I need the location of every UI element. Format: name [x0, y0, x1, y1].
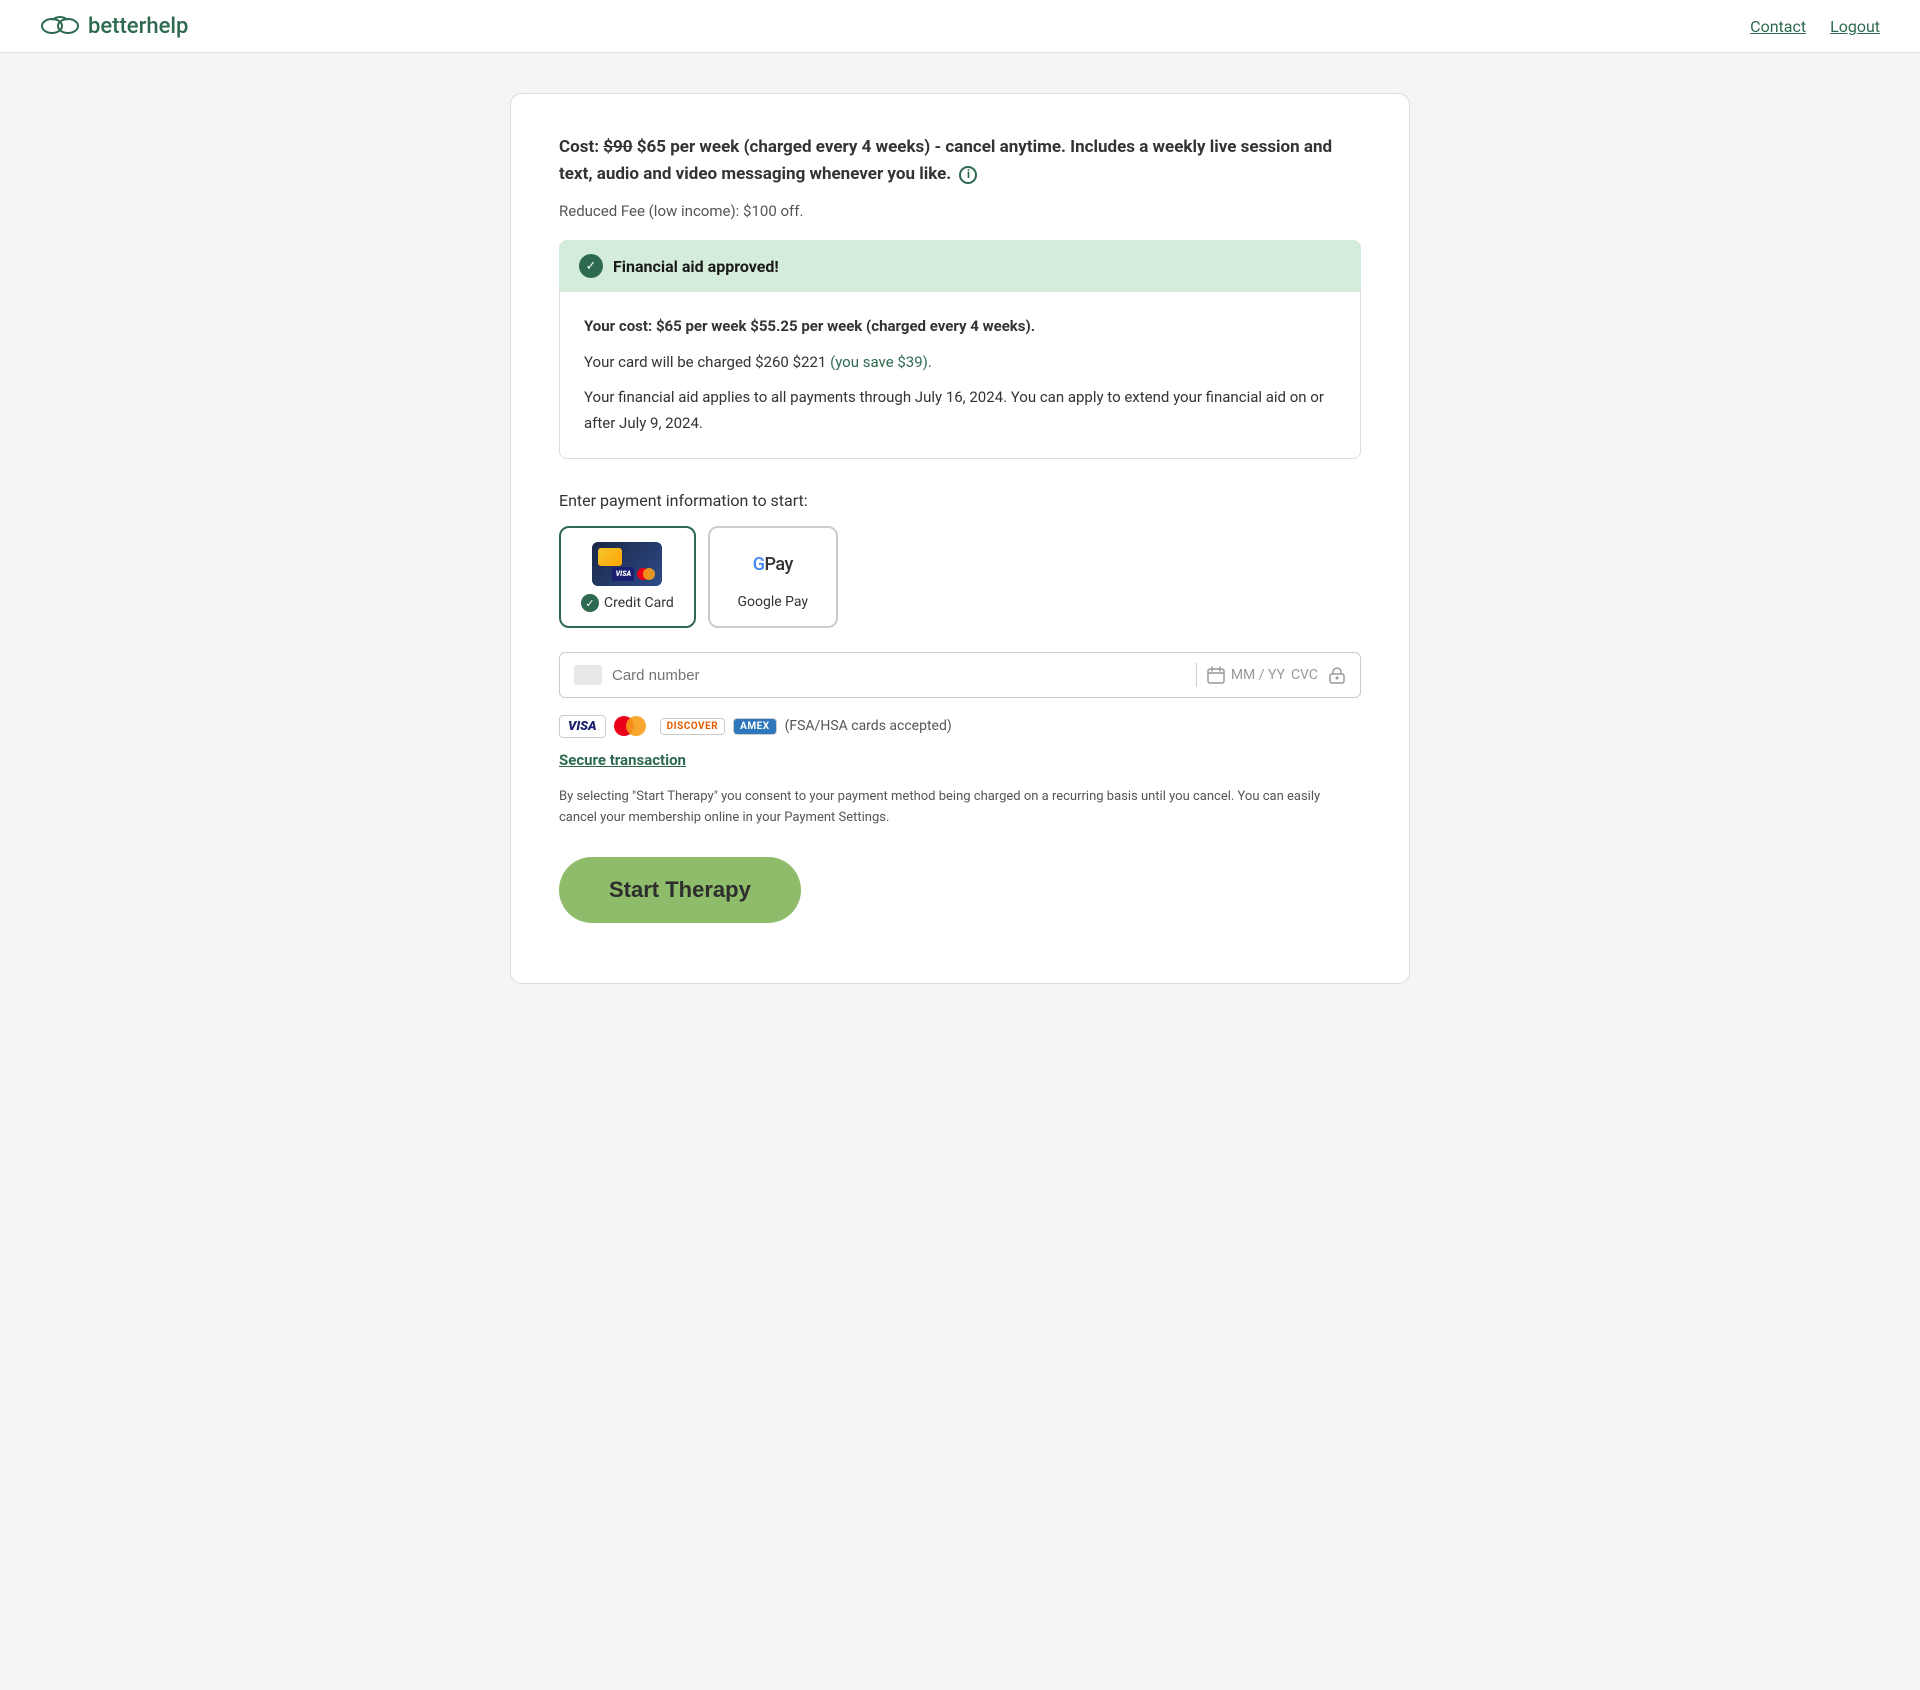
credit-card-image: VISA: [592, 542, 662, 586]
start-therapy-button[interactable]: Start Therapy: [559, 857, 801, 923]
expiry-cvc-area: MM / YY CVC: [1207, 666, 1318, 684]
mastercard-mini-logo: [637, 567, 657, 581]
mastercard-badge: [614, 714, 652, 738]
financial-aid-note: Your financial aid applies to all paymen…: [584, 385, 1336, 436]
charge-prefix: Your card will be charged: [584, 353, 751, 371]
calendar-icon: [1207, 666, 1225, 684]
discover-badge: DISCOVER: [660, 718, 725, 735]
google-pay-logo: GPay: [738, 542, 808, 586]
charge-original: $260: [755, 353, 789, 371]
payment-label: Enter payment information to start:: [559, 491, 1361, 510]
your-cost-label: Your cost:: [584, 317, 652, 335]
g-letter: G: [753, 554, 765, 575]
contact-link[interactable]: Contact: [1750, 17, 1806, 36]
info-icon[interactable]: i: [959, 166, 977, 184]
original-price: $90: [603, 137, 632, 157]
logo-text: betterhelp: [88, 14, 188, 39]
card-brands-row: VISA DISCOVER AMEX (FSA/HSA cards accept…: [559, 714, 1361, 738]
charge-line: Your card will be charged $260 $221 (you…: [584, 350, 1336, 376]
card-number-input[interactable]: [612, 667, 1186, 684]
consent-text: By selecting "Start Therapy" you consent…: [559, 787, 1361, 829]
google-pay-label: Google Pay: [737, 594, 808, 610]
input-divider: [1196, 663, 1197, 687]
cost-details-box: Your cost: $65 per week $55.25 per week …: [559, 292, 1361, 459]
cost-prefix: Cost:: [559, 137, 599, 157]
cost-text: Cost: $90 $65 per week (charged every 4 …: [559, 134, 1361, 188]
credit-card-option[interactable]: VISA ✓ Credit Card: [559, 526, 696, 628]
selected-checkmark-icon: ✓: [581, 594, 599, 612]
cost-current-week: $55.25 per week (charged every 4 weeks).: [750, 317, 1035, 335]
reduced-fee: Reduced Fee (low income): $100 off.: [559, 202, 1361, 220]
logout-link[interactable]: Logout: [1830, 17, 1880, 36]
charge-current: $221: [793, 353, 827, 371]
fsa-hsa-text: (FSA/HSA cards accepted): [785, 718, 952, 734]
lock-icon: [1328, 666, 1346, 684]
main-card: Cost: $90 $65 per week (charged every 4 …: [510, 93, 1410, 984]
payment-options: VISA ✓ Credit Card GPay Google Pa: [559, 526, 1361, 628]
cost-original-week: $65 per week: [656, 317, 747, 335]
shield-checkmark-icon: ✓: [579, 254, 603, 278]
visa-badge: VISA: [559, 715, 606, 738]
pay-text: Pay: [764, 554, 792, 575]
card-input-row: MM / YY CVC: [559, 652, 1361, 698]
expiry-placeholder: MM / YY: [1231, 667, 1285, 683]
header: betterhelp Contact Logout: [0, 0, 1920, 53]
financial-aid-banner: ✓ Financial aid approved!: [559, 240, 1361, 292]
savings-text: (you save $39).: [830, 353, 932, 371]
betterhelp-logo-icon: [40, 12, 80, 40]
cvc-placeholder: CVC: [1291, 667, 1318, 683]
visa-mini-logo: VISA: [612, 567, 634, 581]
logo-area: betterhelp: [40, 12, 188, 40]
current-cost-detail: $65 per week (charged every 4 weeks) - c…: [559, 137, 1332, 184]
credit-card-label: ✓ Credit Card: [581, 594, 674, 612]
card-placeholder-icon: [574, 665, 602, 685]
your-cost-line: Your cost: $65 per week $55.25 per week …: [584, 314, 1336, 340]
header-nav: Contact Logout: [1750, 17, 1880, 36]
financial-aid-text: Financial aid approved!: [613, 257, 779, 276]
google-pay-option[interactable]: GPay Google Pay: [708, 526, 838, 628]
amex-badge: AMEX: [733, 718, 776, 735]
secure-transaction-link[interactable]: Secure transaction: [559, 751, 686, 769]
